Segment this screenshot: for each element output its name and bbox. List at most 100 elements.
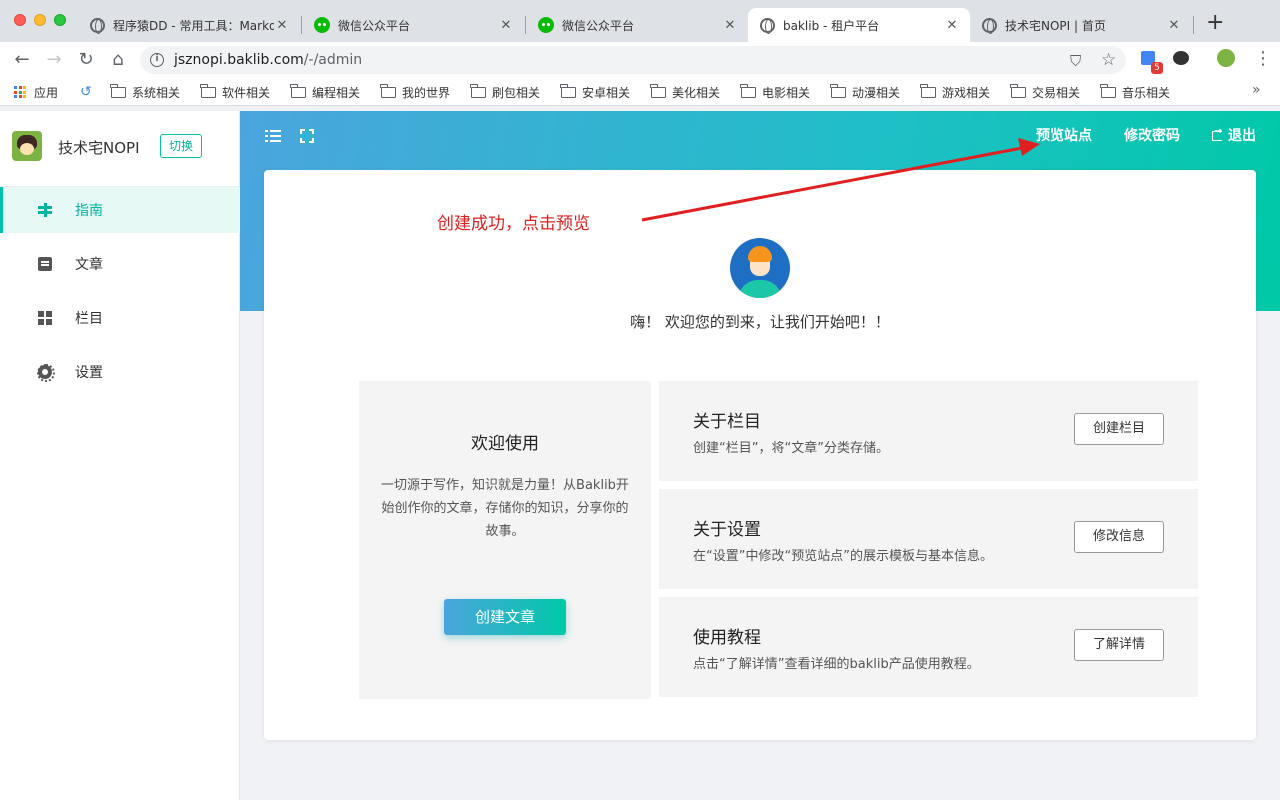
browser-toolbar: ← → ↻ ⌂ i jsznopi.baklib.com/-/admin ⛉ ☆ — [0, 42, 1280, 78]
sidebar-item-label: 文章 — [75, 257, 103, 273]
menu-list-icon[interactable] — [265, 129, 281, 143]
sidebar-item-guide[interactable]: 指南 — [0, 187, 240, 233]
annotation-text: 创建成功，点击预览 — [437, 214, 590, 234]
create-column-button[interactable]: 创建栏目 — [1074, 413, 1164, 445]
browser-tab[interactable]: 微信公众平台 ✕ — [526, 8, 748, 42]
sidebar-item-label: 栏目 — [75, 311, 103, 327]
minimize-window-button[interactable] — [34, 14, 46, 26]
globe-icon — [90, 17, 105, 34]
bookmarks-bar: 应用 ↺ 系统相关 软件相关 编程相关 我的世界 刷包相关 安卓相关 美化相关 … — [0, 78, 1280, 106]
tab-title: 程序猿DD - 常用工具：Markdo — [113, 18, 274, 33]
close-icon[interactable]: ✕ — [1166, 18, 1182, 33]
close-icon[interactable]: ✕ — [498, 18, 514, 33]
info-row-title: 关于设置 — [693, 520, 761, 540]
globe-icon — [760, 17, 775, 34]
apps-grid-icon — [14, 86, 26, 98]
logout-link[interactable]: 退出 — [1212, 125, 1256, 145]
tab-title: 微信公众平台 — [338, 18, 411, 33]
bookmark-folder[interactable]: 软件相关 — [200, 83, 270, 101]
welcome-panel-title: 欢迎使用 — [471, 434, 539, 454]
sidebar: 技术宅NOPI 切换 指南 文章 栏目 设置 — [0, 111, 240, 800]
browser-menu-icon[interactable]: ⋮ — [1254, 48, 1272, 70]
wechat-icon — [314, 17, 330, 33]
user-avatar — [730, 238, 790, 298]
welcome-text: 嗨！ 欢迎您的到来，让我们开始吧！！ — [630, 313, 890, 331]
profile-avatar[interactable] — [1217, 49, 1235, 67]
guide-icon — [38, 203, 52, 217]
back-arrow-icon[interactable]: ← — [10, 48, 34, 72]
avatar — [12, 131, 42, 161]
bookmark-apps[interactable]: 应用 — [14, 83, 58, 101]
reload-icon[interactable]: ↻ — [74, 48, 98, 72]
folder-icon — [830, 83, 846, 98]
browser-tab-bar: 程序猿DD - 常用工具：Markdo ✕ 微信公众平台 ✕ 微信公众平台 ✕ … — [0, 0, 1280, 42]
forward-arrow-icon[interactable]: → — [42, 48, 66, 72]
wechat-icon — [538, 17, 554, 33]
bookmark-folder[interactable]: 游戏相关 — [920, 83, 990, 101]
folder-icon — [920, 83, 936, 98]
edit-info-button[interactable]: 修改信息 — [1074, 521, 1164, 553]
maximize-window-button[interactable] — [54, 14, 66, 26]
info-row-title: 使用教程 — [693, 628, 761, 648]
close-icon[interactable]: ✕ — [722, 18, 738, 33]
url-text[interactable]: jsznopi.baklib.com/-/admin — [174, 52, 362, 68]
browser-tab[interactable]: 技术宅NOPI | 首页 ✕ — [970, 8, 1192, 42]
blocked-shield-icon[interactable]: ⛉ — [1070, 52, 1081, 70]
bookmark-folder[interactable]: 系统相关 — [110, 83, 180, 101]
bookmark-folder[interactable]: 电影相关 — [740, 83, 810, 101]
grid-icon — [38, 311, 52, 325]
bookmarks-overflow-icon[interactable]: » — [1252, 82, 1261, 98]
close-icon[interactable]: ✕ — [944, 18, 960, 33]
star-icon[interactable]: ☆ — [1101, 50, 1116, 70]
new-tab-button[interactable]: + — [1206, 12, 1224, 34]
change-password-link[interactable]: 修改密码 — [1124, 125, 1180, 145]
bookmark-folder[interactable]: 音乐相关 — [1100, 83, 1170, 101]
sidebar-item-label: 指南 — [75, 203, 103, 219]
sidebar-item-articles[interactable]: 文章 — [0, 241, 240, 287]
welcome-panel-desc: 一切源于写作，知识就是力量！从Baklib开始创作你的文章，存储你的知识，分享你… — [381, 478, 629, 539]
folder-icon — [380, 83, 396, 98]
bookmark-folder[interactable]: 编程相关 — [290, 83, 360, 101]
extension-icon[interactable] — [1173, 51, 1189, 65]
folder-icon — [470, 83, 486, 98]
tab-title: baklib - 租户平台 — [783, 18, 880, 33]
extension-badge: 5 — [1151, 62, 1163, 74]
home-icon[interactable]: ⌂ — [106, 48, 130, 72]
folder-icon — [650, 83, 666, 98]
bookmark-folder[interactable]: 安卓相关 — [560, 83, 630, 101]
folder-icon — [1100, 83, 1116, 98]
bookmark-folder[interactable]: 交易相关 — [1010, 83, 1080, 101]
learn-more-button[interactable]: 了解详情 — [1074, 629, 1164, 661]
folder-icon — [200, 83, 216, 98]
browser-tab[interactable]: 微信公众平台 ✕ — [302, 8, 524, 42]
info-row-columns: 关于栏目 创建“栏目”，将“文章”分类存储。 创建栏目 — [659, 381, 1198, 481]
browser-tab[interactable]: 程序猿DD - 常用工具：Markdo ✕ — [78, 8, 300, 42]
info-row-desc: 创建“栏目”，将“文章”分类存储。 — [693, 441, 889, 456]
info-row-title: 关于栏目 — [693, 412, 761, 432]
sidebar-item-label: 设置 — [75, 365, 103, 381]
folder-icon — [1010, 83, 1026, 98]
gear-icon — [37, 364, 55, 382]
switch-button[interactable]: 切换 — [160, 134, 202, 158]
brand-header: 技术宅NOPI 切换 — [0, 111, 240, 187]
sidebar-menu: 指南 文章 栏目 设置 — [0, 187, 240, 403]
fullscreen-icon[interactable] — [299, 128, 315, 144]
preview-site-link[interactable]: 预览站点 — [1036, 125, 1092, 145]
create-article-button[interactable]: 创建文章 — [444, 599, 566, 635]
browser-tab-active[interactable]: baklib - 租户平台 ✕ — [748, 8, 970, 42]
info-icon[interactable]: i — [150, 53, 164, 67]
bookmark-folder[interactable]: 我的世界 — [380, 83, 450, 101]
bookmark-folder[interactable]: 美化相关 — [650, 83, 720, 101]
info-row-desc: 在“设置”中修改“预览站点”的展示模板与基本信息。 — [693, 549, 993, 564]
close-icon[interactable]: ✕ — [274, 18, 290, 33]
close-window-button[interactable] — [14, 14, 26, 26]
address-bar[interactable]: i jsznopi.baklib.com/-/admin ⛉ ☆ — [140, 46, 1126, 74]
brand-name: 技术宅NOPI — [58, 139, 140, 157]
globe-icon — [982, 17, 997, 34]
bookmark-folder[interactable]: 动漫相关 — [830, 83, 900, 101]
history-icon[interactable]: ↺ — [80, 83, 92, 101]
bookmark-folder[interactable]: 刷包相关 — [470, 83, 540, 101]
sidebar-item-columns[interactable]: 栏目 — [0, 295, 240, 341]
sidebar-item-settings[interactable]: 设置 — [0, 349, 240, 395]
tab-title: 微信公众平台 — [562, 18, 635, 33]
